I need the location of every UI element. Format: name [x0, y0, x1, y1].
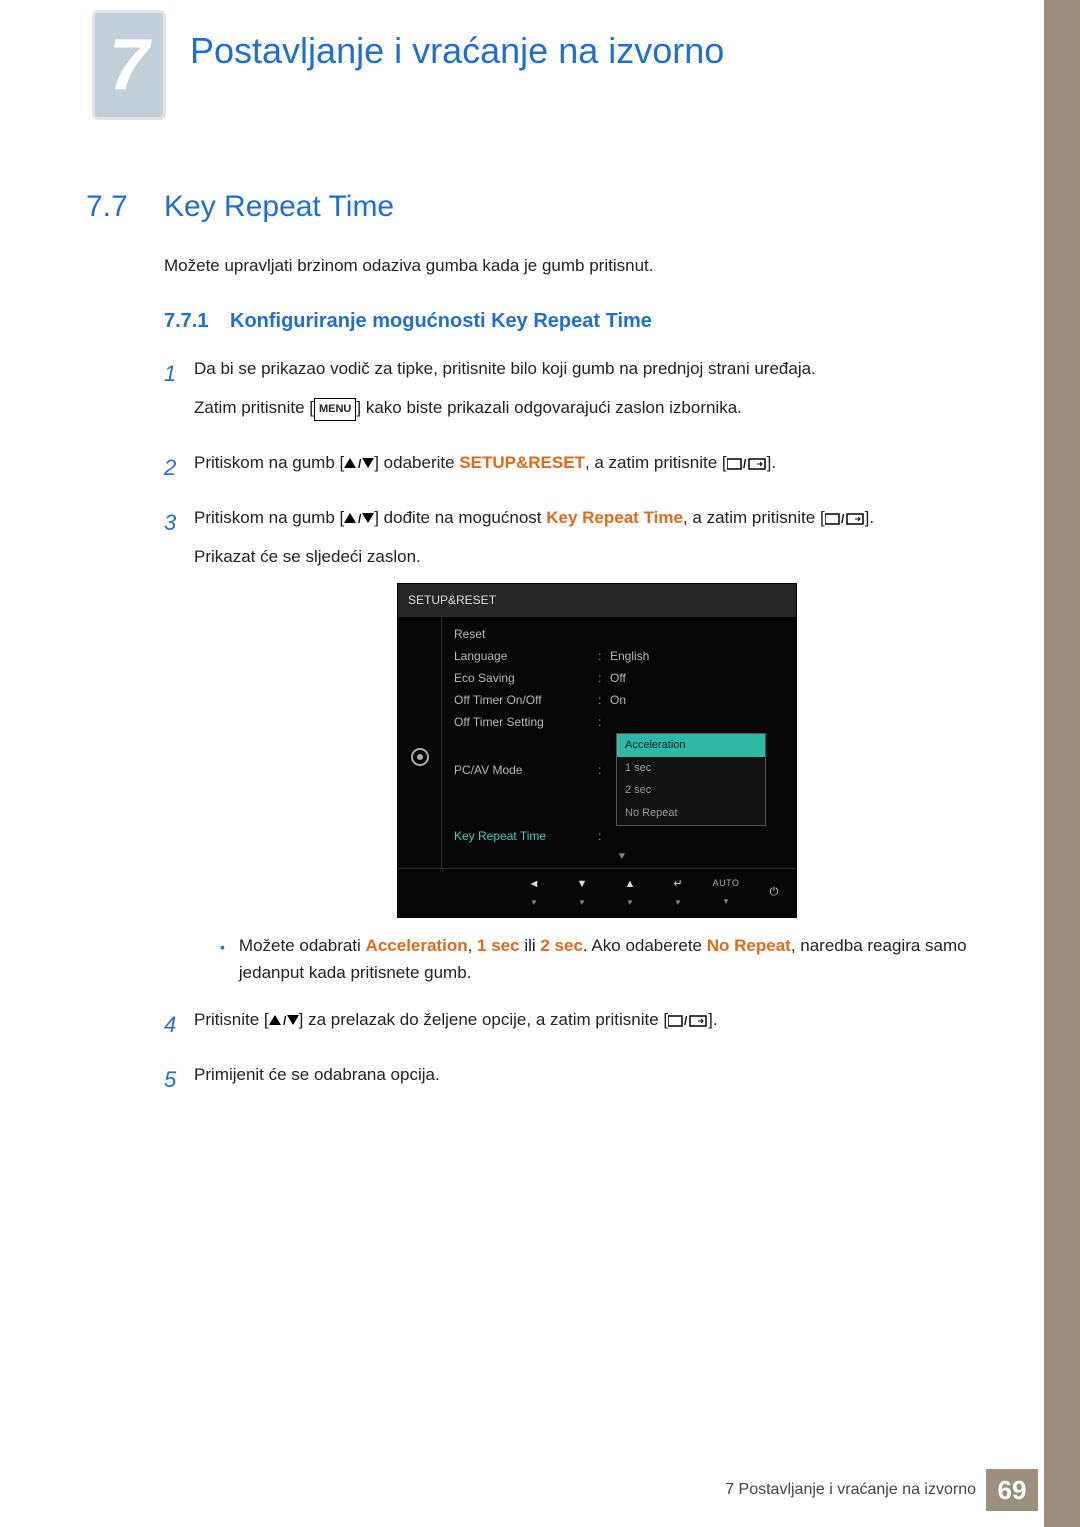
- osd-nav-back-icon: ◄▾: [520, 875, 548, 911]
- osd-nav-auto: AUTO▾: [712, 876, 740, 909]
- osd-scroll-down-icon: ▼: [448, 848, 796, 862]
- step-5-text: Primijenit će se odabrana opcija.: [194, 1061, 1000, 1090]
- osd-nav-enter-icon: ↵▾: [664, 875, 692, 911]
- step-3-text: Pritiskom na gumb [/] dođite na mogućnos…: [194, 504, 1000, 533]
- content-area: 7.7 Key Repeat Time Možete upravljati br…: [86, 190, 1000, 1116]
- osd-title: SETUP&RESET: [398, 584, 796, 616]
- section-number: 7.7: [86, 190, 164, 224]
- section-header: 7.7 Key Repeat Time: [86, 190, 1000, 224]
- subsection-header: 7.7.1 Konfiguriranje mogućnosti Key Repe…: [164, 310, 1000, 333]
- step-3: 3 Pritiskom na gumb [/] dođite na mogućn…: [164, 504, 1000, 990]
- osd-timer-on-value: On: [610, 690, 796, 710]
- osd-eco-value: Off: [610, 668, 796, 688]
- osd-krt-label: Key Repeat Time: [448, 826, 598, 846]
- subsection-number: 7.7.1: [164, 310, 230, 333]
- enter-icon: /: [825, 508, 865, 527]
- step-1-line-2: Zatim pritisnite [MENU] kako biste prika…: [194, 394, 1000, 423]
- step-5: 5 Primijenit će se odabrana opcija.: [164, 1061, 1000, 1100]
- side-stripe: [1044, 0, 1080, 1527]
- step-number: 3: [164, 504, 194, 990]
- osd-option-norepeat: No Repeat: [617, 802, 765, 825]
- one-sec-highlight: 1 sec: [477, 936, 520, 955]
- footer-page-number: 69: [986, 1469, 1038, 1511]
- page-footer: 7 Postavljanje i vraćanje na izvorno 69: [725, 1469, 1038, 1511]
- osd-nav-up-icon: ▲▾: [616, 875, 644, 911]
- up-down-icon: /: [344, 453, 374, 472]
- step-4-text: Pritisnite [/] za prelazak do željene op…: [194, 1006, 1000, 1035]
- step-2-text: Pritiskom na gumb [/] odaberite SETUP&RE…: [194, 449, 1000, 478]
- osd-option-acceleration: Acceleration: [617, 734, 765, 757]
- svg-text:/: /: [684, 1014, 688, 1028]
- key-repeat-highlight: Key Repeat Time: [546, 508, 683, 527]
- enter-icon: /: [727, 453, 767, 472]
- svg-text:/: /: [358, 458, 362, 470]
- osd-language-value: English: [610, 646, 796, 666]
- gear-icon: [409, 746, 431, 768]
- up-down-icon: /: [344, 508, 374, 527]
- step-2: 2 Pritiskom na gumb [/] odaberite SETUP&…: [164, 449, 1000, 488]
- section-intro: Možete upravljati brzinom odaziva gumba …: [164, 256, 1000, 276]
- two-sec-highlight: 2 sec: [540, 936, 583, 955]
- osd-eco-label: Eco Saving: [448, 668, 598, 688]
- acceleration-highlight: Acceleration: [366, 936, 468, 955]
- footer-text: 7 Postavljanje i vraćanje na izvorno: [725, 1481, 976, 1499]
- osd-timer-setting-label: Off Timer Setting: [448, 712, 598, 732]
- osd-icon-column: [398, 617, 442, 868]
- step-3-line-2: Prikazat će se sljedeći zaslon.: [194, 543, 1000, 572]
- osd-reset-label: Reset: [448, 624, 598, 644]
- no-repeat-highlight: No Repeat: [707, 936, 791, 955]
- step-number: 2: [164, 449, 194, 488]
- setup-reset-highlight: SETUP&RESET: [459, 453, 585, 472]
- chapter-tab: 7: [92, 10, 166, 120]
- step-number: 4: [164, 1006, 194, 1045]
- svg-text:/: /: [283, 1015, 287, 1027]
- subsection-title: Konfiguriranje mogućnosti Key Repeat Tim…: [230, 310, 652, 333]
- section-title: Key Repeat Time: [164, 190, 394, 224]
- osd-timer-on-label: Off Timer On/Off: [448, 690, 598, 710]
- step-number: 1: [164, 355, 194, 433]
- steps-list: 1 Da bi se prikazao vodič za tipke, prit…: [164, 355, 1000, 1100]
- up-down-icon: /: [269, 1010, 299, 1029]
- osd-nav-down-icon: ▼▾: [568, 875, 596, 911]
- chapter-title: Postavljanje i vraćanje na izvorno: [190, 30, 724, 72]
- bullet-icon: •: [220, 936, 225, 986]
- step-4: 4 Pritisnite [/] za prelazak do željene …: [164, 1006, 1000, 1045]
- osd-language-label: Language: [448, 646, 598, 666]
- osd-nav-power-icon: ⏻: [760, 883, 788, 902]
- osd-list: Reset Language:English Eco Saving:Off Of…: [442, 617, 796, 868]
- options-note: • Možete odabrati Acceleration, 1 sec il…: [220, 932, 1000, 986]
- osd-nav-bar: ◄▾ ▼▾ ▲▾ ↵▾ AUTO▾ ⏻: [398, 868, 796, 917]
- step-1: 1 Da bi se prikazao vodič za tipke, prit…: [164, 355, 1000, 433]
- enter-icon: /: [668, 1010, 708, 1029]
- menu-button-token: MENU: [314, 398, 356, 421]
- osd-figure: SETUP&RESET Reset Language:English Eco S…: [397, 583, 797, 917]
- osd-option-2sec: 2 sec: [617, 779, 765, 802]
- chapter-number: 7: [109, 24, 149, 106]
- svg-text:/: /: [841, 512, 845, 526]
- svg-text:/: /: [358, 513, 362, 525]
- step-1-line-1: Da bi se prikazao vodič za tipke, pritis…: [194, 355, 1000, 384]
- osd-pcav-label: PC/AV Mode: [448, 760, 598, 780]
- svg-text:/: /: [743, 457, 747, 471]
- step-number: 5: [164, 1061, 194, 1100]
